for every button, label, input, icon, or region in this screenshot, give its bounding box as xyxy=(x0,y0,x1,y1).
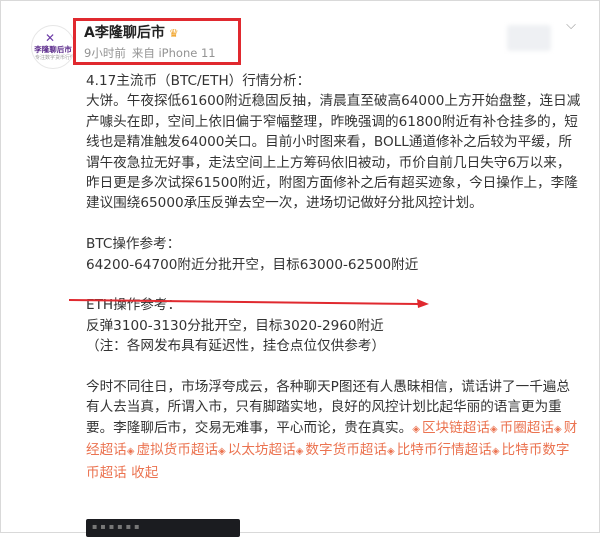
avatar-sub-text: 专注数字货币行情分析 xyxy=(35,55,75,61)
attached-image-thumbnail[interactable]: ▪▪▪▪▪▪ xyxy=(86,519,240,537)
avatar-logo-mark: ✕ xyxy=(45,31,56,45)
super-topic-icon: ◈ xyxy=(386,446,395,458)
super-topic-icon: ◈ xyxy=(489,423,498,435)
collapse-link[interactable]: 收起 xyxy=(131,465,158,481)
post-title: 4.17主流币（BTC/ETH）行情分析： xyxy=(86,73,311,89)
hashtag-link[interactable]: ◈ 以太坊超话 xyxy=(218,442,296,458)
btc-plan: 64200-64700附近分批开空，目标63000-62500附近 xyxy=(86,256,419,273)
thumbnail-toolbar: ▪▪▪▪▪▪ xyxy=(92,522,143,531)
red-arrow-annotation xyxy=(69,299,429,308)
closing-text: 今时不同往日，市场浮夸成云，各种聊天P图还有人愚昧相信，谎话讲了一千遍总有人去当… xyxy=(86,377,581,483)
super-topic-icon: ◈ xyxy=(554,423,562,435)
username[interactable]: A李隆聊后市 ♛ xyxy=(84,22,179,42)
btc-heading: BTC操作参考： xyxy=(86,236,181,253)
hashtag-link[interactable]: ◈ 区块链超话 xyxy=(412,420,490,436)
super-topic-icon: ◈ xyxy=(491,446,500,458)
super-topic-icon: ◈ xyxy=(295,446,304,458)
eth-plan: 反弹3100-3130分批开空，目标3020-2960附近 xyxy=(86,317,384,334)
hashtag-link[interactable]: ◈ 币圈超话 xyxy=(490,420,554,436)
hashtag-link[interactable]: ◈ 比特币行情超话 xyxy=(387,442,492,458)
chevron-down-icon[interactable]: ⌵ xyxy=(564,19,578,33)
weibo-post-card: ✕ 李隆聊后市 专注数字货币行情分析 A李隆聊后市 ♛ 9小时前来自 iPhone… xyxy=(0,0,600,537)
super-topic-icon: ◈ xyxy=(412,423,420,435)
super-topic-icon: ◈ xyxy=(126,446,135,458)
username-text[interactable]: A李隆聊后市 xyxy=(84,25,165,41)
member-crown-icon[interactable]: ♛ xyxy=(169,27,179,40)
super-topic-icon: ◈ xyxy=(218,446,226,458)
follow-button-blurred[interactable] xyxy=(507,25,551,51)
disclaimer-note: （注：各网发布具有延迟性，挂仓点位仅供参考） xyxy=(86,338,386,355)
post-meta: 9小时前 来自 iPhone 11 xyxy=(84,45,222,61)
post-time[interactable]: 9小时前 xyxy=(84,46,126,60)
post-source: 来自 iPhone 11 xyxy=(131,46,216,60)
user-avatar[interactable]: ✕ 李隆聊后市 专注数字货币行情分析 xyxy=(31,25,75,69)
hashtag-link[interactable]: ◈ 虚拟货币超话 xyxy=(127,442,218,458)
hashtag-link[interactable]: ◈ 数字货币超话 xyxy=(296,442,387,458)
post-analysis-text: 大饼。午夜探低61600附近稳固反抽，清晨直至破高64000上方开始盘整，连日减… xyxy=(86,93,581,212)
post-body: 4.17主流币（BTC/ETH）行情分析： 大饼。午夜探低61600附近稳固反抽… xyxy=(86,71,581,483)
